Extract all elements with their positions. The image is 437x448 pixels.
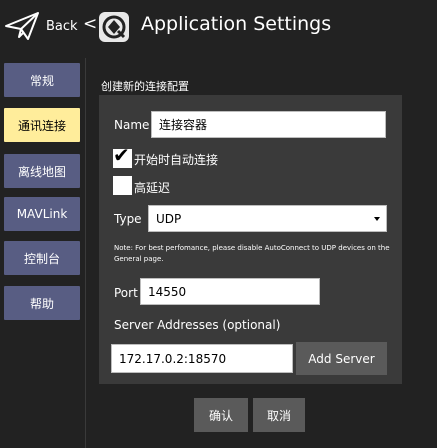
sidebar-item-label: 通讯连接: [17, 118, 66, 133]
high-latency-checkbox[interactable]: [113, 176, 132, 195]
cancel-label: 取消: [266, 408, 291, 423]
sidebar-item-mavlink[interactable]: MAVLink: [4, 197, 80, 231]
sidebar-item-label: 常规: [29, 73, 54, 88]
server-address-input[interactable]: [111, 344, 293, 373]
sidebar-item-label: 控制台: [23, 251, 60, 266]
add-server-button[interactable]: Add Server: [296, 342, 387, 375]
sidebar-item-help[interactable]: 帮助: [4, 286, 80, 320]
sidebar-item-label: MAVLink: [16, 207, 68, 221]
breadcrumb-separator: <: [83, 14, 98, 34]
type-label: Type: [114, 212, 142, 226]
add-server-label: Add Server: [308, 351, 375, 366]
type-select[interactable]: UDP: [148, 205, 387, 232]
type-select-value: UDP: [156, 211, 182, 226]
sidebar-item-label: 离线地图: [17, 164, 66, 179]
sidebar-item-general[interactable]: 常规: [4, 63, 80, 97]
autoconnect-label: 开始时自动连接: [134, 153, 219, 167]
page-title: Application Settings: [141, 13, 332, 35]
sidebar-item-offline-maps[interactable]: 离线地图: [4, 154, 80, 188]
autoconnect-note: Note: For best perfomance, please disabl…: [114, 244, 390, 263]
sidebar-item-label: 帮助: [29, 296, 54, 311]
connection-config-panel: [99, 95, 402, 384]
section-title: 创建新的连接配置: [101, 80, 189, 93]
back-label: Back: [46, 18, 78, 34]
port-label: Port: [114, 286, 138, 300]
sidebar-divider: [85, 58, 86, 448]
high-latency-label: 高延迟: [134, 181, 171, 195]
sidebar-item-console[interactable]: 控制台: [4, 241, 80, 275]
port-input[interactable]: [140, 278, 320, 305]
name-label: Name: [114, 118, 150, 132]
ok-label: 确认: [208, 408, 233, 423]
server-addresses-label: Server Addresses (optional): [114, 318, 281, 332]
checkmark-icon: ✔: [113, 143, 130, 167]
caret-down-icon: [374, 217, 380, 221]
header: Back < Application Settings: [0, 0, 437, 54]
cancel-button[interactable]: 取消: [253, 398, 305, 432]
paper-plane-icon: [5, 12, 39, 40]
name-input[interactable]: [151, 111, 386, 138]
sidebar-item-comm-links[interactable]: 通讯连接: [4, 108, 80, 142]
back-button[interactable]: Back: [4, 6, 78, 46]
app-logo-icon: [99, 12, 129, 42]
ok-button[interactable]: 确认: [194, 398, 248, 432]
autoconnect-checkbox[interactable]: ✔: [113, 145, 132, 168]
